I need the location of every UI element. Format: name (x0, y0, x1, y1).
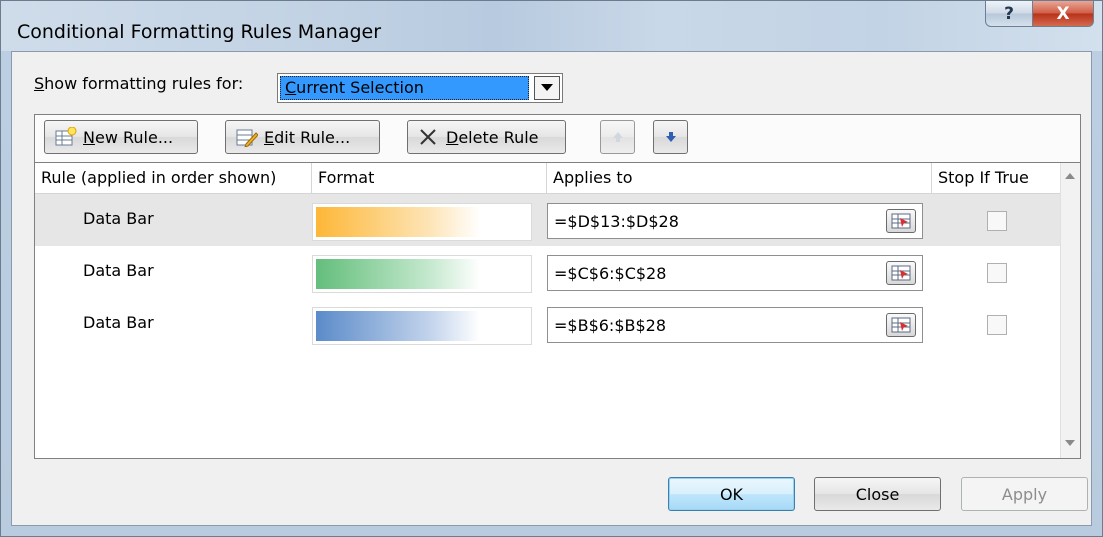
dialog-body: Show formatting rules for: Current Selec… (11, 51, 1092, 526)
range-select-button[interactable] (886, 209, 916, 233)
applies-to-value: =$C$6:$C$28 (554, 264, 667, 283)
applies-to-field[interactable]: =$D$13:$D$28 (547, 203, 923, 239)
applies-to-value: =$D$13:$D$28 (554, 212, 679, 231)
stop-if-true-checkbox[interactable] (987, 211, 1007, 231)
table-row[interactable]: Data Bar =$B$6:$B$28 (35, 298, 1060, 350)
format-preview (312, 307, 532, 345)
dropdown-arrow-icon[interactable] (534, 76, 560, 100)
column-header-stop-if-true[interactable]: Stop If True (932, 163, 1060, 193)
range-select-button[interactable] (886, 261, 916, 285)
scroll-down-arrow-icon[interactable] (1065, 440, 1075, 446)
rules-toolbar: New Rule... Edit Rule... Delete Rule (34, 114, 1081, 162)
range-picker-icon (891, 265, 911, 281)
data-bar-swatch (316, 311, 480, 341)
vertical-scrollbar[interactable] (1060, 163, 1080, 458)
edit-rule-button[interactable]: Edit Rule... (225, 120, 380, 154)
new-rule-icon (55, 126, 77, 147)
scroll-up-arrow-icon[interactable] (1065, 173, 1075, 179)
rules-manager-window: Conditional Formatting Rules Manager ? X… (0, 0, 1103, 537)
move-up-button[interactable] (600, 120, 635, 154)
column-header-format[interactable]: Format (312, 163, 547, 193)
table-row[interactable]: Data Bar =$D$13:$D$28 (35, 194, 1060, 246)
range-picker-icon (891, 317, 911, 333)
delete-rule-icon (418, 127, 440, 147)
data-bar-swatch (316, 259, 480, 289)
stop-if-true-checkbox[interactable] (987, 315, 1007, 335)
arrow-down-icon (665, 132, 676, 142)
applies-to-field[interactable]: =$B$6:$B$28 (547, 307, 923, 343)
applies-to-value: =$B$6:$B$28 (554, 316, 667, 335)
move-down-button[interactable] (653, 120, 688, 154)
column-header-rule[interactable]: Rule (applied in order shown) (35, 163, 312, 193)
table-row[interactable]: Data Bar =$C$6:$C$28 (35, 246, 1060, 298)
data-bar-swatch (316, 207, 480, 237)
show-rules-label: Show formatting rules for: (34, 74, 244, 93)
delete-rule-button[interactable]: Delete Rule (407, 120, 566, 154)
window-title: Conditional Formatting Rules Manager (17, 21, 382, 43)
rule-name: Data Bar (83, 261, 154, 280)
rule-name: Data Bar (83, 209, 154, 228)
column-header-applies-to[interactable]: Applies to (547, 163, 932, 193)
edit-rule-icon (236, 127, 259, 148)
show-rules-dropdown[interactable]: Current Selection (277, 73, 563, 103)
format-preview (312, 203, 532, 241)
apply-button[interactable]: Apply (961, 477, 1088, 511)
rules-table: Rule (applied in order shown) Format App… (34, 162, 1081, 459)
applies-to-field[interactable]: =$C$6:$C$28 (547, 255, 923, 291)
arrow-up-icon (612, 132, 623, 142)
ok-button[interactable]: OK (668, 477, 795, 511)
help-button[interactable]: ? (985, 1, 1033, 27)
stop-if-true-checkbox[interactable] (987, 263, 1007, 283)
title-bar: Conditional Formatting Rules Manager ? X (1, 1, 1102, 51)
show-rules-selected-value: Current Selection (280, 76, 529, 100)
range-select-button[interactable] (886, 313, 916, 337)
format-preview (312, 255, 532, 293)
window-close-button[interactable]: X (1032, 1, 1094, 27)
rule-name: Data Bar (83, 313, 154, 332)
range-picker-icon (891, 213, 911, 229)
new-rule-button[interactable]: New Rule... (44, 120, 198, 154)
close-button[interactable]: Close (814, 477, 941, 511)
